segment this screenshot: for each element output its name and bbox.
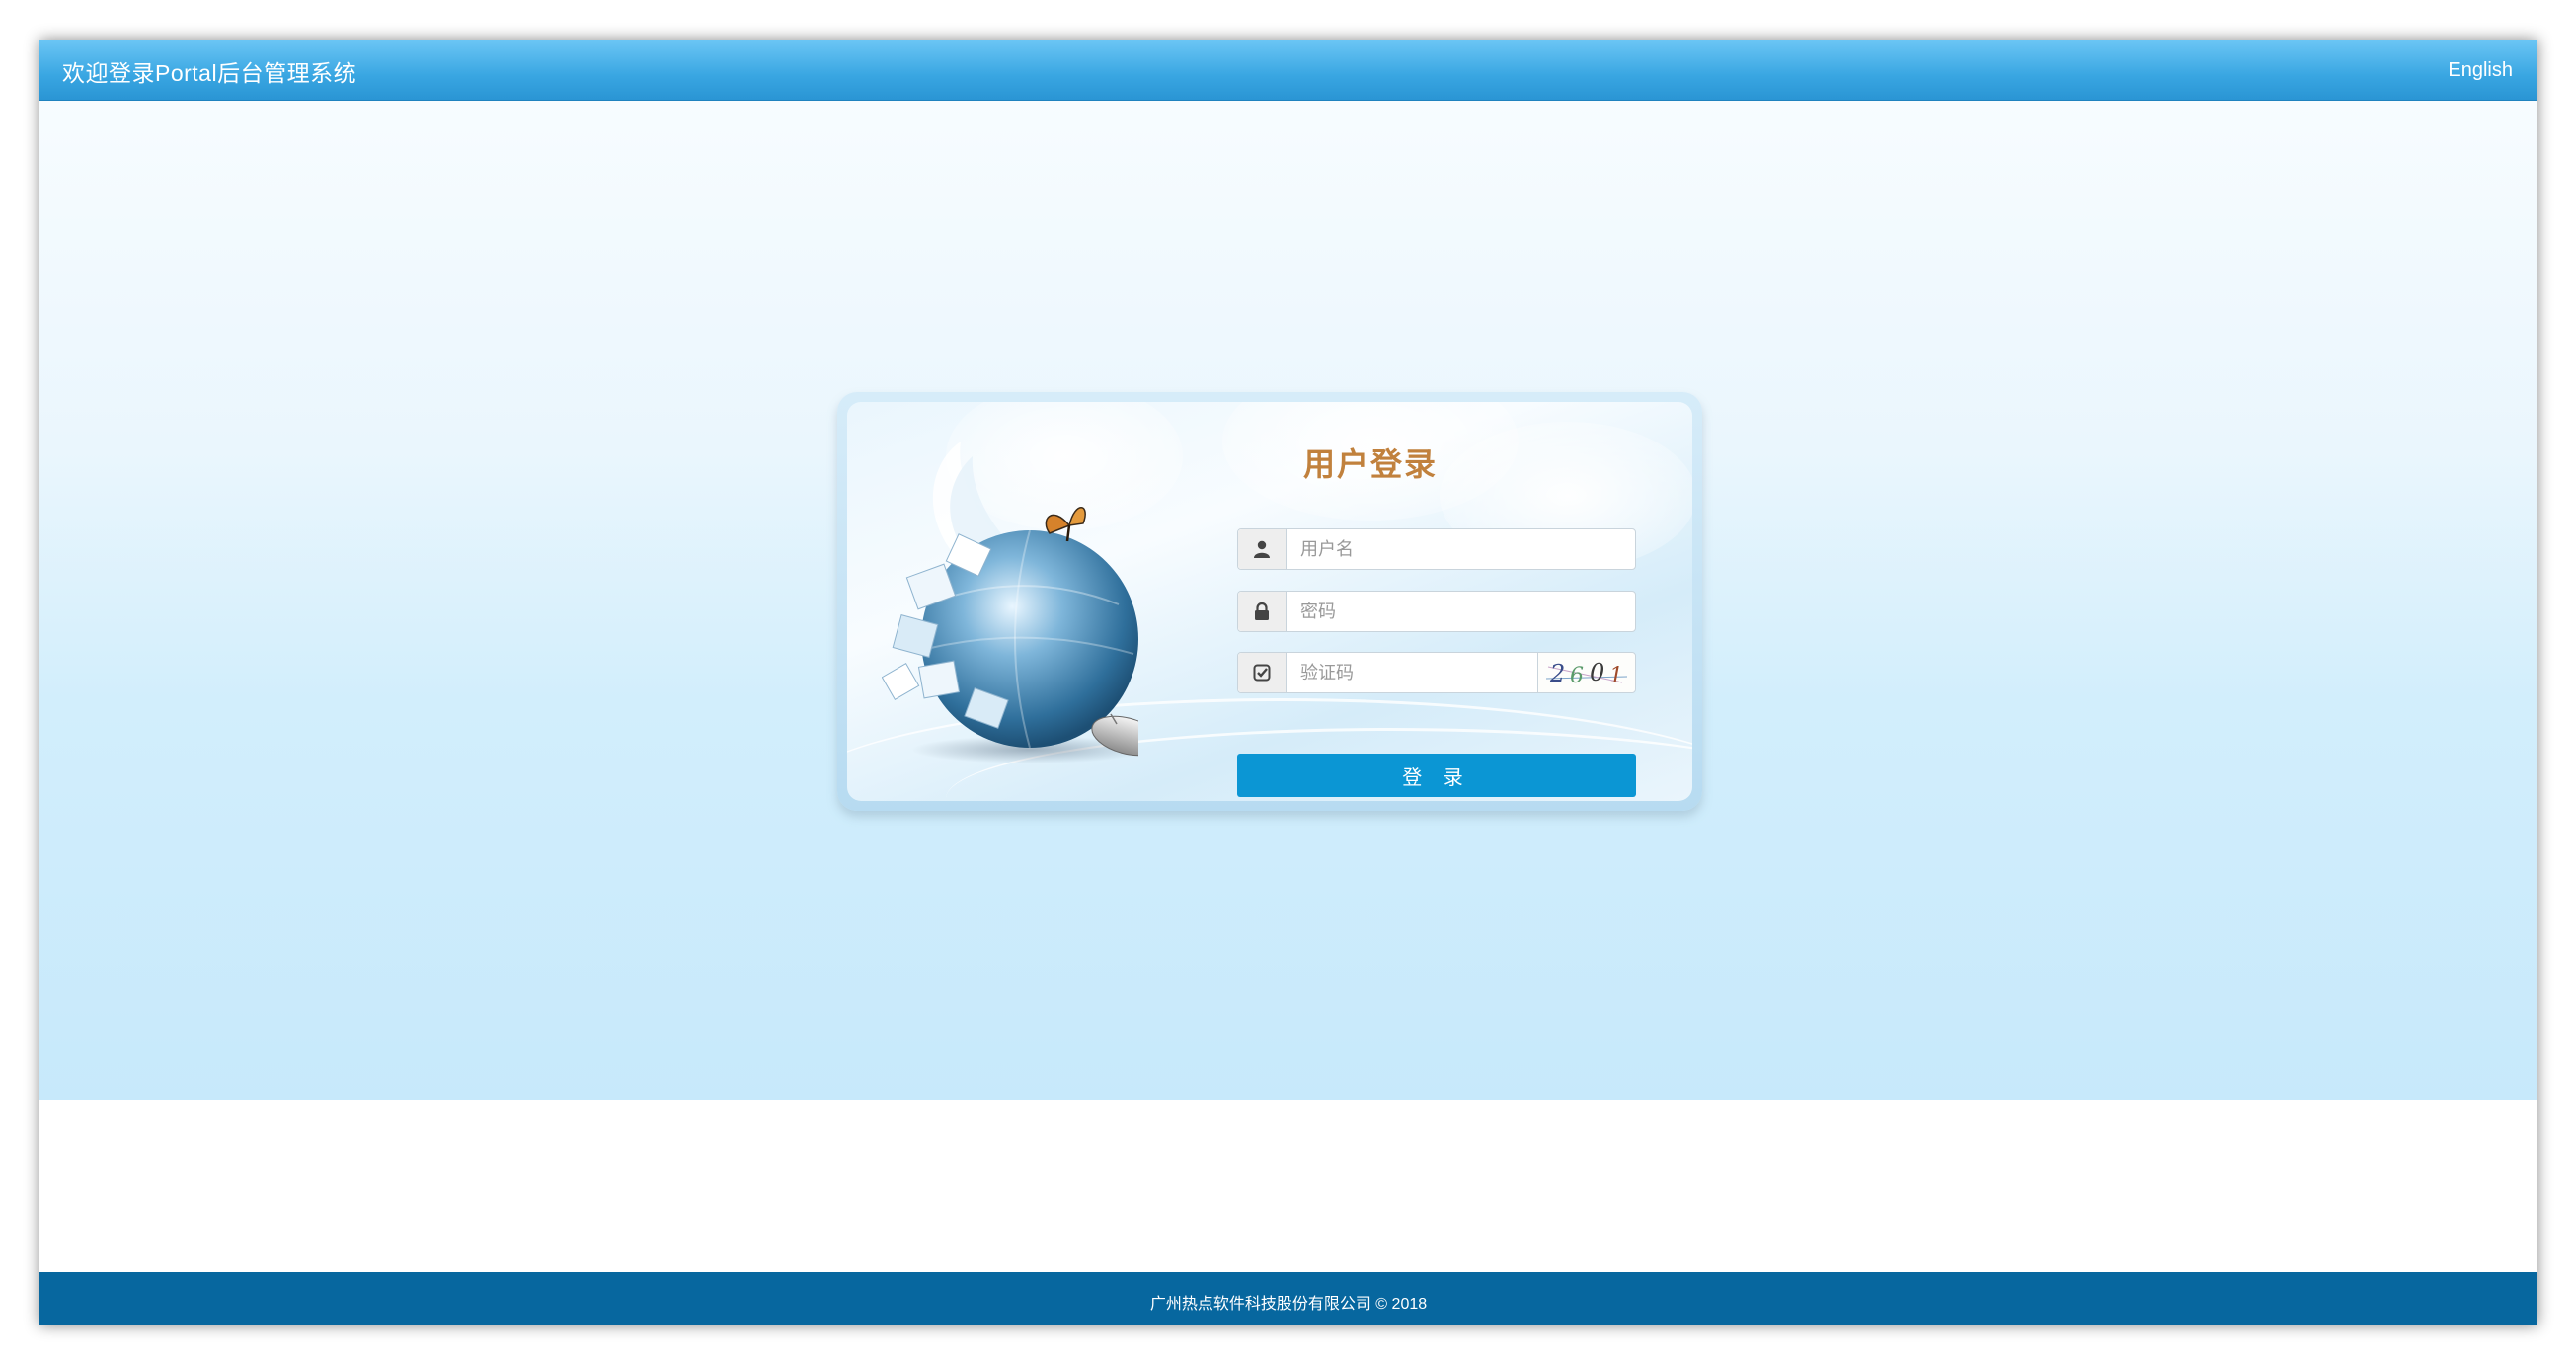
captcha-image[interactable]: 2 6 0 1	[1537, 653, 1635, 692]
copyright-text: 广州热点软件科技股份有限公司 © 2018	[1149, 1296, 1428, 1313]
lock-icon	[1238, 592, 1287, 631]
login-title: 用户登录	[1302, 446, 1438, 482]
check-square-icon	[1238, 653, 1287, 692]
username-field	[1237, 528, 1636, 570]
captcha-input[interactable]	[1287, 653, 1539, 692]
browser-window: 欢迎登录Portal后台管理系统 English 用户登录 用户名 验证码 2 …	[39, 40, 2537, 1325]
captcha-field: 2 6 0 1	[1237, 652, 1636, 693]
svg-text:6: 6	[1570, 664, 1584, 688]
login-button[interactable]: 登 录	[1237, 754, 1636, 797]
language-switch-link[interactable]: English	[2448, 59, 2513, 82]
top-header-bar: 欢迎登录Portal后台管理系统 English	[39, 40, 2537, 101]
system-title: 欢迎登录Portal后台管理系统	[62, 60, 357, 86]
svg-text:2: 2	[1549, 660, 1565, 687]
svg-text:1: 1	[1609, 664, 1623, 688]
svg-text:0: 0	[1590, 659, 1604, 686]
username-input[interactable]	[1287, 529, 1635, 569]
footer-bar: 广州热点软件科技股份有限公司 © 2018	[39, 1272, 2537, 1325]
globe-puzzle-illustration	[882, 442, 1138, 763]
user-icon	[1238, 529, 1287, 569]
password-input[interactable]	[1287, 592, 1635, 631]
password-field	[1237, 591, 1636, 632]
